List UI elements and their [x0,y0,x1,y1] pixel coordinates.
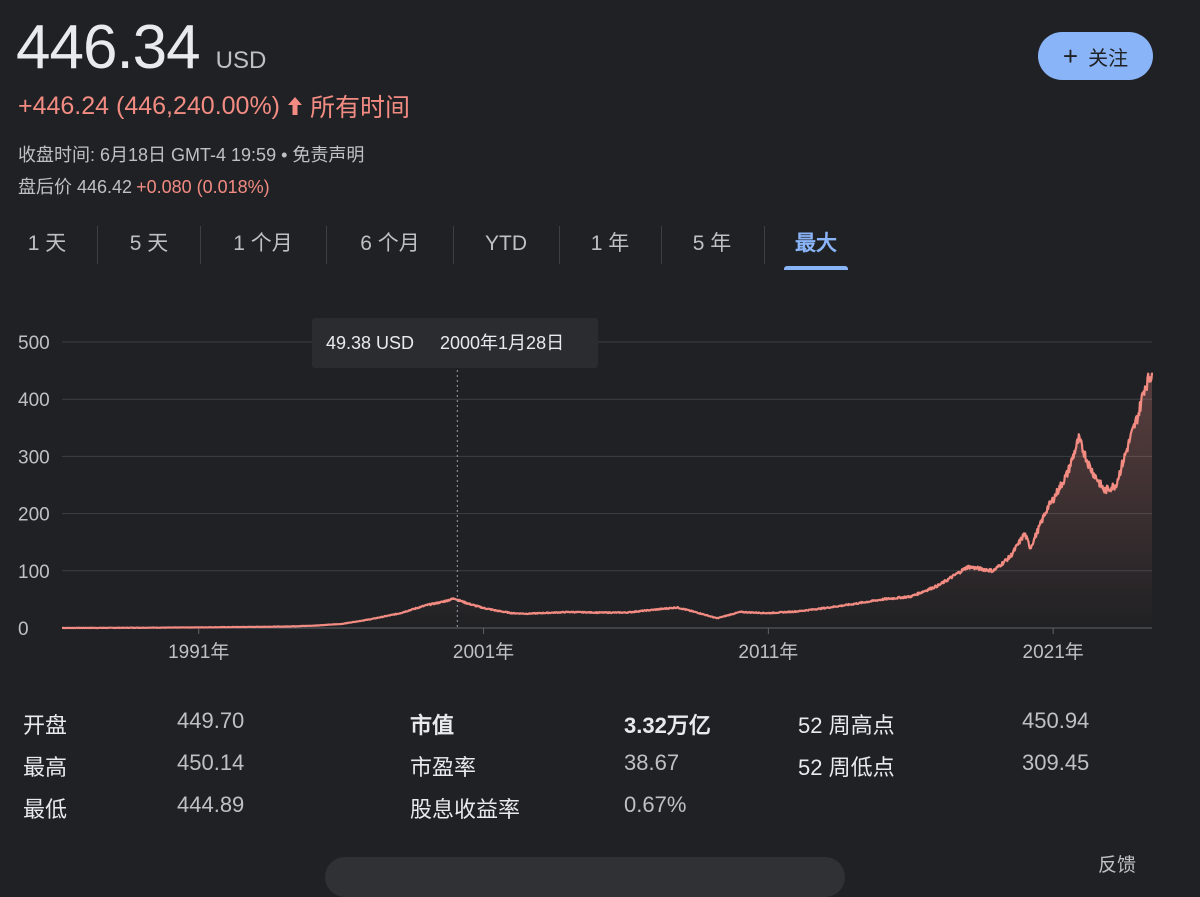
tab-divider [97,226,98,264]
search-bar[interactable] [325,857,845,897]
price-area [62,372,1152,628]
disclaimer-link[interactable]: 免责声明 [292,145,364,165]
close-time-line: 收盘时间: 6月18日 GMT-4 19:59 • 免责声明 [18,141,364,167]
y-axis-labels: 0 100 200 300 400 500 [18,333,50,640]
tab-divider [453,226,454,264]
y-tick-label: 500 [18,333,50,354]
stat-label-high: 最高 [23,755,68,780]
after-hours-line: 盘后价 446.42 +0.080 (0.018%) [18,173,270,199]
tab-1m[interactable]: 1 个月 [218,222,308,266]
stat-label-dividend-yield: 股息收益率 [410,797,521,822]
stat-value-low: 444.89 [177,792,245,817]
chart-tooltip: 49.38 USD 2000年1月28日 [312,318,598,368]
tab-max[interactable]: 最大 [784,222,848,270]
x-tick-label: 2001年 [453,641,514,663]
tab-divider [661,226,662,264]
price-chart[interactable]: 0 100 200 300 400 500 1991年 2001年 2011年 2021年 49… [0,300,1200,680]
stat-value-market-cap: 3.32万亿 [624,713,711,738]
y-tick-label: 200 [18,505,50,526]
stat-value-52w-low: 309.45 [1022,750,1090,775]
y-tick-label: 0 [18,619,29,640]
follow-label: 关注 [1088,47,1129,70]
stat-label-52w-low: 52 周低点 [798,755,895,780]
close-time: 收盘时间: 6月18日 GMT-4 19:59 • [18,145,293,165]
after-hours-price: 盘后价 446.42 [18,177,133,197]
x-tick-label: 1991年 [168,641,229,663]
x-axis-labels: 1991年 2001年 2011年 2021年 [168,628,1084,663]
tab-ytd[interactable]: YTD [472,222,540,266]
tab-divider [326,226,327,264]
stat-value-52w-high: 450.94 [1022,708,1090,733]
range-tabs: 1 天 5 天 1 个月 6 个月 YTD 1 年 5 年 最大 [0,222,900,270]
tab-1y[interactable]: 1 年 [578,222,642,266]
stat-value-dividend-yield: 0.67% [624,792,687,817]
tab-5d[interactable]: 5 天 [116,222,182,266]
tab-1d[interactable]: 1 天 [16,222,78,266]
change-period: 所有时间 [310,94,411,122]
y-tick-label: 300 [18,447,50,468]
y-tick-label: 100 [18,562,50,583]
tab-6m[interactable]: 6 个月 [345,222,435,266]
tab-divider [200,226,201,264]
price-change-line: +446.24 (446,240.00%) 所有时间 [18,88,410,124]
stat-value-pe: 38.67 [624,750,680,775]
price-header: 446.34 USD [16,12,266,83]
plus-icon: + [1062,41,1079,71]
follow-button[interactable]: + 关注 [1038,32,1153,80]
stat-label-open: 开盘 [23,713,68,738]
x-tick-label: 2011年 [738,641,798,663]
stat-label-low: 最低 [23,797,68,822]
tab-5y[interactable]: 5 年 [680,222,744,266]
price-change: +446.24 (446,240.00%) [18,91,281,120]
tooltip-value: 49.38 USD [326,333,414,353]
y-tick-label: 400 [18,390,50,411]
stat-value-open: 449.70 [177,708,245,733]
stat-label-52w-high: 52 周高点 [798,713,895,738]
stat-label-pe: 市盈率 [410,755,477,780]
tab-divider [559,226,560,264]
arrow-up-icon [288,97,303,115]
current-price: 446.34 [16,13,201,82]
stat-value-high: 450.14 [177,750,245,775]
tab-divider [764,226,765,264]
x-tick-label: 2021年 [1023,641,1084,663]
tooltip-date: 2000年1月28日 [440,333,564,353]
stat-label-market-cap: 市值 [410,713,455,738]
currency-label: USD [215,47,267,74]
after-hours-change: +0.080 (0.018%) [136,177,270,197]
